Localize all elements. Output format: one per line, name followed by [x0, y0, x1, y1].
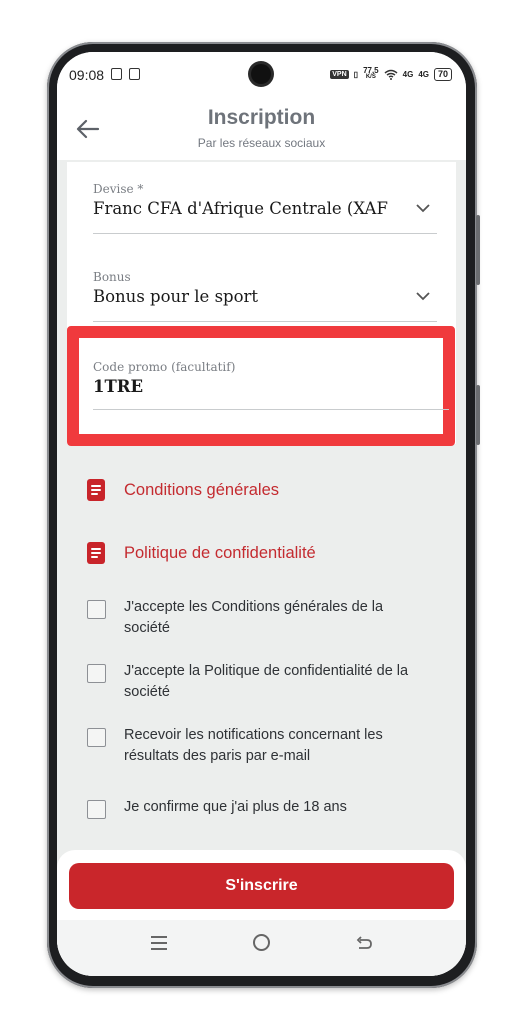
checkbox-row-terms[interactable]: J'accepte les Conditions générales de la… [87, 597, 424, 639]
checkbox-row-age[interactable]: Je confirme que j'ai plus de 18 ans [87, 797, 424, 819]
home-icon[interactable] [253, 934, 270, 951]
currency-value: Franc CFA d'Afrique Centrale (XAF [93, 199, 388, 218]
app-header: Inscription Par les réseaux sociaux [57, 98, 466, 160]
screen: 09:08 VPN ▯ 77,5 K/S 4G 4G 70 Inscriptio… [57, 52, 466, 976]
bonus-label: Bonus [93, 270, 131, 284]
front-camera [251, 64, 271, 84]
status-icons: VPN ▯ 77,5 K/S 4G 4G 70 [330, 67, 452, 81]
document-icon [87, 479, 105, 501]
link-terms[interactable]: Conditions générales [87, 479, 279, 501]
bonus-value: Bonus pour le sport [93, 287, 259, 306]
currency-select[interactable]: Devise * Franc CFA d'Afrique Centrale (X… [93, 182, 437, 234]
promo-code-value: 1TRE [93, 377, 144, 396]
vibrate-icon: ▯ [353, 69, 359, 79]
age-confirm-label: Je confirme que j'ai plus de 18 ans [124, 799, 347, 815]
accept-terms-checkbox[interactable] [87, 600, 106, 619]
footer: S'inscrire [57, 850, 466, 976]
recent-apps-icon[interactable] [151, 936, 167, 950]
link-terms-label: Conditions générales [124, 480, 280, 499]
wifi-icon [384, 69, 398, 80]
bonus-select[interactable]: Bonus Bonus pour le sport [93, 270, 437, 322]
notification-icon [111, 68, 122, 80]
accept-privacy-label: J'accepte la Politique de confidentialit… [124, 663, 409, 700]
age-confirm-checkbox[interactable] [87, 800, 106, 819]
signal-4g-1: 4G [402, 69, 414, 79]
page-title: Inscription [207, 106, 316, 129]
promo-code-label: Code promo (facultatif) [93, 360, 236, 374]
link-privacy-label: Politique de confidentialité [124, 543, 316, 562]
checkbox-row-notifications[interactable]: Recevoir les notifications concernant le… [87, 725, 424, 767]
document-icon [87, 542, 105, 564]
chevron-down-icon[interactable] [415, 202, 431, 214]
network-speed: 77,5 K/S [363, 67, 379, 81]
signal-4g-2: 4G [418, 69, 429, 79]
link-privacy[interactable]: Politique de confidentialité [87, 542, 316, 564]
vpn-icon: VPN [330, 69, 349, 79]
promo-code-input[interactable]: Code promo (facultatif) 1TRE [93, 360, 449, 410]
accept-terms-label: J'accepte les Conditions générales de la… [124, 599, 384, 636]
volume-button [476, 215, 480, 285]
status-time: 09:08 [69, 67, 105, 83]
system-back-icon[interactable] [355, 934, 373, 952]
accept-privacy-checkbox[interactable] [87, 664, 106, 683]
network-speed-value: 77,5 [363, 66, 379, 75]
status-bar: 09:08 VPN ▯ 77,5 K/S 4G 4G 70 [57, 52, 466, 98]
checkbox-row-privacy[interactable]: J'accepte la Politique de confidentialit… [87, 661, 424, 703]
chevron-down-icon[interactable] [415, 290, 431, 302]
network-speed-unit: K/S [365, 74, 376, 80]
power-button [476, 385, 480, 445]
promo-code-highlight: Code promo (facultatif) 1TRE [67, 326, 455, 446]
register-button[interactable]: S'inscrire [69, 863, 454, 909]
battery-icon: 70 [433, 67, 452, 81]
page-subtitle: Par les réseaux sociaux [197, 136, 326, 150]
email-notifications-label: Recevoir les notifications concernant le… [124, 727, 383, 764]
download-icon [129, 68, 140, 80]
email-notifications-checkbox[interactable] [87, 728, 106, 747]
currency-label: Devise * [93, 182, 144, 196]
system-nav-bar [57, 920, 466, 976]
